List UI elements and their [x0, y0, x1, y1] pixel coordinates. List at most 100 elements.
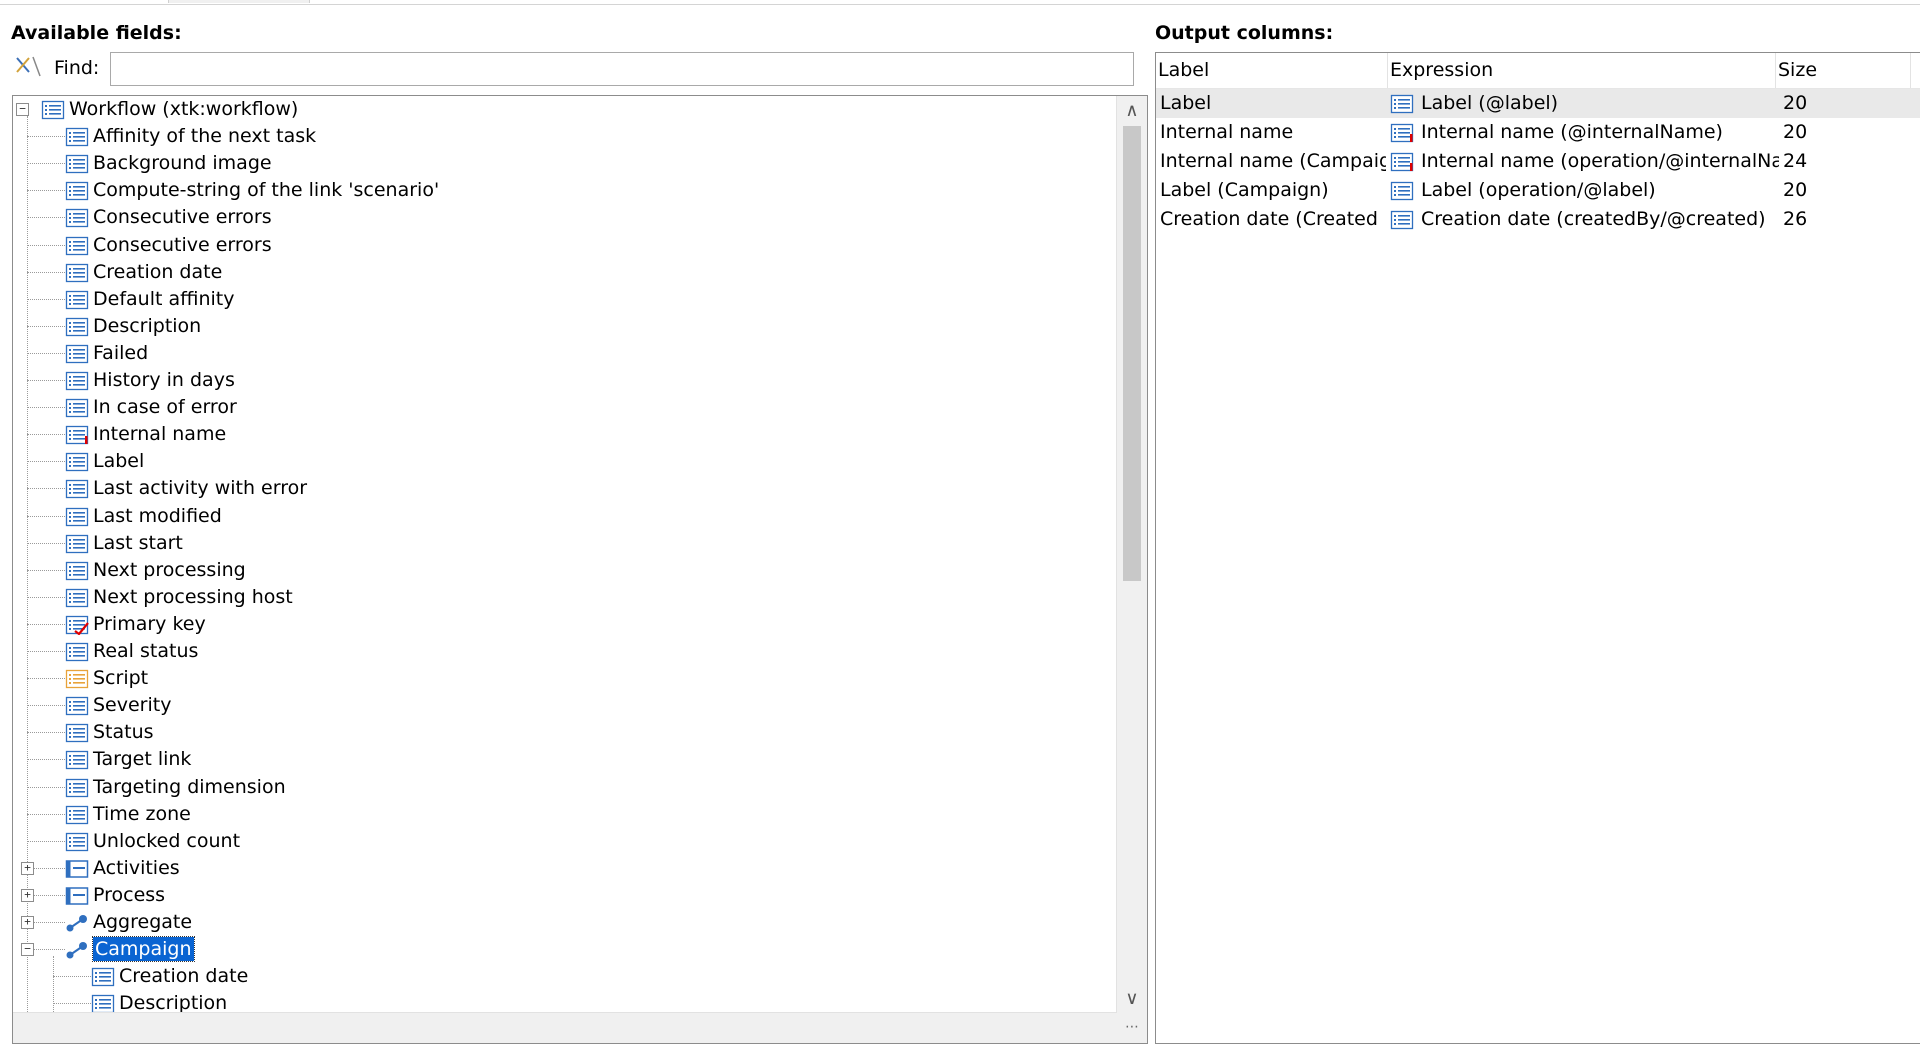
- tree-item-label[interactable]: Compute-string of the link 'scenario': [93, 178, 439, 202]
- cell-expression[interactable]: Creation date (createdBy/@created): [1421, 205, 1779, 234]
- tree-item[interactable]: Consecutive errors: [13, 232, 1113, 259]
- tree-item[interactable]: Target link: [13, 746, 1113, 773]
- tree-item-label[interactable]: Default affinity: [93, 287, 235, 311]
- tree-item-label[interactable]: Last modified: [93, 504, 222, 528]
- tree-item[interactable]: Next processing host: [13, 584, 1113, 611]
- tree-item[interactable]: Status: [13, 719, 1113, 746]
- tree-item-label[interactable]: Process: [93, 883, 165, 907]
- scroll-up-icon[interactable]: ∧: [1117, 96, 1147, 126]
- tree-item-label[interactable]: Consecutive errors: [93, 205, 272, 229]
- tree-item[interactable]: Last modified: [13, 503, 1113, 530]
- tree-item-label[interactable]: Target link: [93, 747, 191, 771]
- tree-item[interactable]: Creation date: [13, 259, 1113, 286]
- tree-item-label[interactable]: Description: [93, 314, 201, 338]
- tree-item-label[interactable]: Affinity of the next task: [93, 124, 316, 148]
- tree-item-label[interactable]: In case of error: [93, 395, 237, 419]
- tree-item[interactable]: + Process: [13, 882, 1113, 909]
- tree-item[interactable]: Unlocked count: [13, 828, 1113, 855]
- tree-item-label[interactable]: Status: [93, 720, 154, 744]
- tree-item[interactable]: Label: [13, 448, 1113, 475]
- expand-icon[interactable]: +: [21, 888, 34, 902]
- tree-item-label[interactable]: Targeting dimension: [93, 775, 286, 799]
- tree-item[interactable]: Consecutive errors: [13, 204, 1113, 231]
- tree-item-label[interactable]: Last start: [93, 531, 183, 555]
- tree-item[interactable]: Primary key: [13, 611, 1113, 638]
- tree-item-label[interactable]: Primary key: [93, 612, 206, 636]
- cell-size[interactable]: 24: [1783, 147, 1903, 176]
- tree-item-label[interactable]: Next processing: [93, 558, 246, 582]
- grid-row[interactable]: Internal name Internal name (@internalNam…: [1156, 118, 1920, 147]
- find-filter-icon[interactable]: [14, 54, 42, 80]
- grid-row[interactable]: Creation date (Created ... Creation date …: [1156, 205, 1920, 234]
- cell-size[interactable]: 20: [1783, 89, 1903, 118]
- cell-size[interactable]: 26: [1783, 205, 1903, 234]
- tree-item[interactable]: − Campaign: [13, 936, 1113, 963]
- tree-item[interactable]: History in days: [13, 367, 1113, 394]
- tree-item[interactable]: Next processing: [13, 557, 1113, 584]
- tree-item[interactable]: Description: [13, 313, 1113, 340]
- tree-item[interactable]: Last start: [13, 530, 1113, 557]
- tree-item-label[interactable]: Consecutive errors: [93, 233, 272, 257]
- grid-row[interactable]: Internal name (Campaig... Internal name (…: [1156, 147, 1920, 176]
- cell-size[interactable]: 20: [1783, 118, 1903, 147]
- column-header-size[interactable]: Size: [1776, 53, 1911, 88]
- tree-item-label[interactable]: Internal name: [93, 422, 226, 446]
- tree-item[interactable]: Internal name: [13, 421, 1113, 448]
- expand-icon[interactable]: +: [21, 916, 34, 929]
- tree-item-label[interactable]: Last activity with error: [93, 476, 307, 500]
- tree-item[interactable]: + Activities: [13, 855, 1113, 882]
- tree-item-label[interactable]: Next processing host: [93, 585, 293, 609]
- collapse-icon[interactable]: −: [21, 943, 34, 957]
- output-columns-grid[interactable]: Label Expression Size Label Label (@label…: [1155, 52, 1920, 1044]
- tree-item-label[interactable]: Campaign: [92, 936, 195, 963]
- tree-item-label[interactable]: Label: [93, 449, 144, 473]
- tree-item[interactable]: Real status: [13, 638, 1113, 665]
- tree-item[interactable]: Compute-string of the link 'scenario': [13, 177, 1113, 204]
- tree-item-label[interactable]: Time zone: [93, 802, 191, 826]
- tree-item-label[interactable]: Creation date: [119, 964, 248, 988]
- tree-item[interactable]: Background image: [13, 150, 1113, 177]
- scroll-thumb[interactable]: [1123, 126, 1141, 581]
- tree-item[interactable]: Severity: [13, 692, 1113, 719]
- tree-item-label[interactable]: Creation date: [93, 260, 222, 284]
- cell-expression[interactable]: Internal name (operation/@internalNa...: [1421, 147, 1779, 176]
- tree-item-label[interactable]: Severity: [93, 693, 171, 717]
- cell-label[interactable]: Internal name (Campaig...: [1160, 147, 1386, 176]
- collapse-icon[interactable]: −: [16, 103, 29, 116]
- tree-item-label[interactable]: History in days: [93, 368, 235, 392]
- tree-item[interactable]: − Workflow (xtk:workflow): [13, 96, 1113, 123]
- cell-label[interactable]: Creation date (Created ...: [1160, 205, 1386, 234]
- tree-item-label[interactable]: Aggregate: [93, 910, 192, 934]
- tree-item[interactable]: In case of error: [13, 394, 1113, 421]
- cell-expression[interactable]: Internal name (@internalName): [1421, 118, 1779, 147]
- scroll-down-icon[interactable]: ∨: [1117, 984, 1147, 1014]
- column-header-expression[interactable]: Expression: [1388, 53, 1776, 88]
- tree-item-label[interactable]: Failed: [93, 341, 148, 365]
- available-fields-tree[interactable]: − Workflow (xtk:workflow) Affinity of the …: [12, 95, 1148, 1044]
- cell-expression[interactable]: Label (@label): [1421, 89, 1779, 118]
- tree-item[interactable]: + Aggregate: [13, 909, 1113, 936]
- tree-item[interactable]: Script: [13, 665, 1113, 692]
- tree-item-label[interactable]: Workflow (xtk:workflow): [69, 97, 298, 121]
- column-header-label[interactable]: Label: [1156, 53, 1388, 88]
- tree-item[interactable]: Targeting dimension: [13, 774, 1113, 801]
- tree-item-label[interactable]: Background image: [93, 151, 272, 175]
- tree-item[interactable]: Default affinity: [13, 286, 1113, 313]
- tree-item-label[interactable]: Unlocked count: [93, 829, 240, 853]
- cell-label[interactable]: Label (Campaign): [1160, 176, 1386, 205]
- tree-item-label[interactable]: Activities: [93, 856, 180, 880]
- tree-item-label[interactable]: Description: [119, 991, 227, 1014]
- tree-item[interactable]: Affinity of the next task: [13, 123, 1113, 150]
- tree-item-label[interactable]: Real status: [93, 639, 198, 663]
- tree-horizontal-scrollbar[interactable]: [13, 1012, 1117, 1043]
- tree-vertical-scrollbar[interactable]: ∧ ∨: [1116, 96, 1147, 1014]
- cell-label[interactable]: Internal name: [1160, 118, 1386, 147]
- cell-expression[interactable]: Label (operation/@label): [1421, 176, 1779, 205]
- grid-row[interactable]: Label (Campaign) Label (operation/@label)…: [1156, 176, 1920, 205]
- top-tab[interactable]: [168, 0, 310, 3]
- tree-item[interactable]: Last activity with error: [13, 475, 1113, 502]
- tree-item[interactable]: Description: [13, 990, 1113, 1014]
- tree-item[interactable]: Creation date: [13, 963, 1113, 990]
- tree-item-label[interactable]: Script: [93, 666, 148, 690]
- tree-item[interactable]: Failed: [13, 340, 1113, 367]
